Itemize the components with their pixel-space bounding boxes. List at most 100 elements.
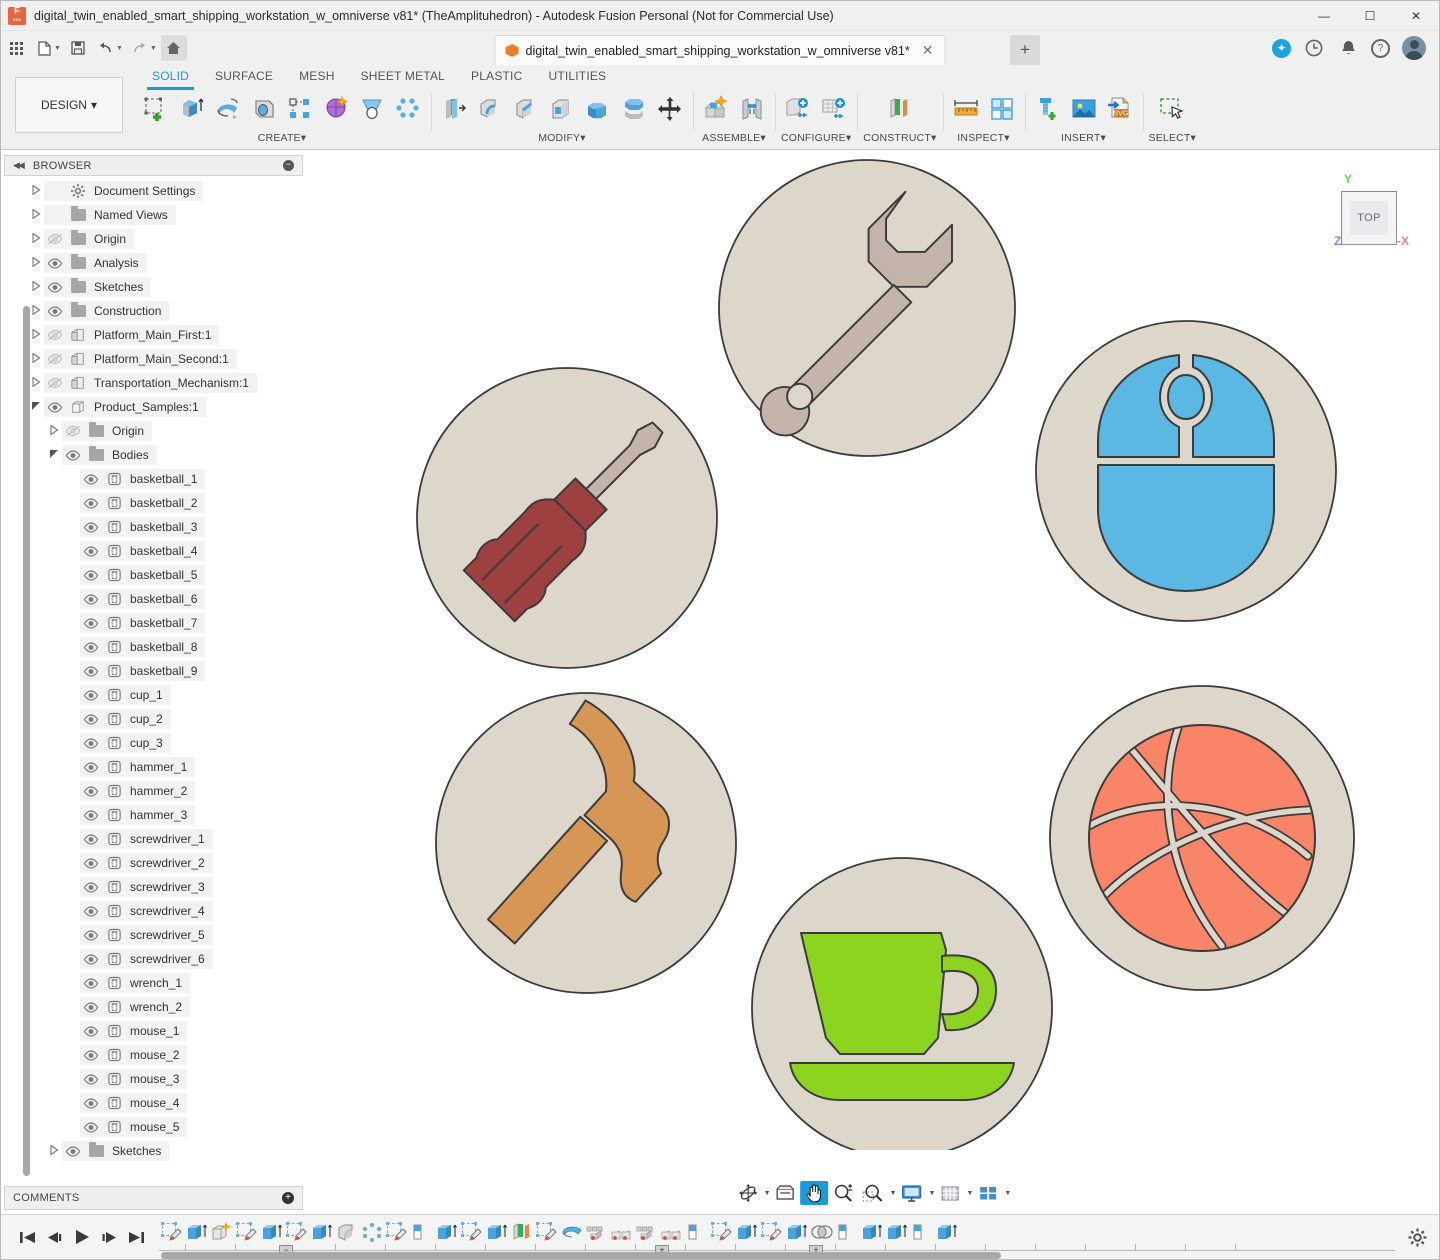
step-forward-button[interactable]: [101, 1230, 118, 1245]
timeline-sketch-feature[interactable]: [284, 1219, 309, 1245]
visibility-eye-icon[interactable]: [80, 834, 102, 845]
tree-expand-arrow-icon[interactable]: [27, 257, 44, 269]
timeline-extrude-feature[interactable]: [859, 1219, 884, 1245]
tree-expand-arrow-icon[interactable]: [27, 185, 44, 197]
tree-item-mouse-5[interactable]: mouse_5: [1, 1115, 306, 1139]
tree-expand-arrow-icon[interactable]: [45, 449, 62, 461]
tree-item-screwdriver-6[interactable]: screwdriver_6: [1, 947, 306, 971]
tree-expand-arrow-icon[interactable]: [45, 425, 62, 437]
tree-item-basketball-6[interactable]: basketball_6: [1, 587, 306, 611]
comments-panel[interactable]: COMMENTS +: [4, 1186, 303, 1210]
timeline-sketch-feature[interactable]: [234, 1219, 259, 1245]
panel-insert-label[interactable]: INSERT▾: [1061, 132, 1106, 144]
timeline-revolve-feature[interactable]: [559, 1219, 584, 1245]
tree-item-product-samples-1[interactable]: Product_Samples:1: [1, 395, 306, 419]
visibility-eye-icon[interactable]: [44, 402, 66, 413]
close-icon[interactable]: ✕: [917, 42, 939, 59]
panel-construct-label[interactable]: CONSTRUCT▾: [863, 132, 936, 144]
panel-modify-label[interactable]: MODIFY▾: [538, 132, 586, 144]
tree-expand-arrow-icon[interactable]: [27, 233, 44, 245]
loft-icon[interactable]: [355, 92, 389, 126]
visibility-eye-icon[interactable]: [80, 1026, 102, 1037]
timeline-sketch-feature[interactable]: [159, 1219, 184, 1245]
tree-item-document-settings[interactable]: Document Settings: [1, 179, 306, 203]
pattern-circular-icon[interactable]: [391, 92, 425, 126]
horizontal-scrollbar-thumb[interactable]: [161, 1252, 1001, 1259]
timeline-sketch-feature[interactable]: [759, 1219, 784, 1245]
tree-expand-arrow-icon[interactable]: [45, 1145, 62, 1157]
grid-snaps-icon[interactable]: [936, 1181, 964, 1205]
tree-item-hammer-3[interactable]: hammer_3: [1, 803, 306, 827]
visibility-eye-icon[interactable]: [44, 282, 66, 293]
step-back-button[interactable]: [46, 1230, 63, 1245]
viewports-icon[interactable]: [974, 1181, 1002, 1205]
combine-icon[interactable]: [581, 92, 615, 126]
tree-item-mouse-2[interactable]: mouse_2: [1, 1043, 306, 1067]
tree-expand-arrow-icon[interactable]: [27, 281, 44, 293]
timeline-rect-pattern-feature[interactable]: [584, 1219, 609, 1245]
visibility-eye-icon[interactable]: [80, 618, 102, 629]
timeline-plane-feature[interactable]: [409, 1219, 434, 1245]
sweep-icon[interactable]: [247, 92, 281, 126]
timeline-extrude-feature[interactable]: [434, 1219, 459, 1245]
timeline-plane-feature[interactable]: [909, 1219, 934, 1245]
tree-expand-arrow-icon[interactable]: [27, 209, 44, 221]
tree-item-cup-2[interactable]: cup_2: [1, 707, 306, 731]
offset-plane-icon[interactable]: [883, 92, 917, 126]
help-icon[interactable]: ?: [1371, 39, 1390, 58]
tree-item-screwdriver-4[interactable]: screwdriver_4: [1, 899, 306, 923]
tree-item-screwdriver-2[interactable]: screwdriver_2: [1, 851, 306, 875]
new-tab-button[interactable]: +: [1010, 35, 1040, 65]
configuration-icon[interactable]: [781, 92, 815, 126]
zoom-icon[interactable]: [830, 1181, 858, 1205]
select-window-icon[interactable]: [1155, 92, 1189, 126]
visibility-eye-icon[interactable]: [80, 714, 102, 725]
timeline-extrude-feature[interactable]: [934, 1219, 959, 1245]
pan-hand-icon[interactable]: [801, 1181, 829, 1205]
tree-item-hammer-2[interactable]: hammer_2: [1, 779, 306, 803]
tree-item-platform-main-second-1[interactable]: Platform_Main_Second:1: [1, 347, 306, 371]
tree-item-mouse-4[interactable]: mouse_4: [1, 1091, 306, 1115]
recent-activity-icon[interactable]: [1303, 37, 1325, 59]
insert-svg-icon[interactable]: SVG: [1103, 92, 1137, 126]
workspace-switcher-button[interactable]: DESIGN ▾: [15, 77, 123, 133]
visibility-eye-icon[interactable]: [80, 1122, 102, 1133]
new-file-caret-icon[interactable]: ▼: [54, 45, 61, 52]
notifications-bell-icon[interactable]: [1337, 37, 1359, 59]
timeline-fillet-feature[interactable]: [334, 1219, 359, 1245]
tree-item-cup-1[interactable]: cup_1: [1, 683, 306, 707]
insert-mcmaster-icon[interactable]: [1031, 92, 1065, 126]
visibility-eye-icon[interactable]: [80, 690, 102, 701]
document-tab[interactable]: digital_twin_enabled_smart_shipping_work…: [495, 35, 946, 65]
tree-item-analysis[interactable]: Analysis: [1, 251, 306, 275]
timeline-extrude-feature[interactable]: [259, 1219, 284, 1245]
model-view[interactable]: [306, 150, 1439, 1150]
minimize-panel-icon[interactable]: −: [283, 160, 294, 171]
visibility-eye-icon[interactable]: [62, 1146, 84, 1157]
tree-item-screwdriver-3[interactable]: screwdriver_3: [1, 875, 306, 899]
timeline-sketch-feature[interactable]: [534, 1219, 559, 1245]
timeline-settings-gear-icon[interactable]: [1395, 1228, 1439, 1247]
visibility-eye-icon[interactable]: [80, 906, 102, 917]
tree-item-construction[interactable]: Construction: [1, 299, 306, 323]
timeline-offset-plane-feature[interactable]: [509, 1219, 534, 1245]
timeline-extrude-feature[interactable]: [309, 1219, 334, 1245]
timeline-extrude-feature[interactable]: [784, 1219, 809, 1245]
tree-item-platform-main-first-1[interactable]: Platform_Main_First:1: [1, 323, 306, 347]
save-icon[interactable]: [65, 35, 91, 61]
tree-item-cup-3[interactable]: cup_3: [1, 731, 306, 755]
redo-caret-icon[interactable]: ▼: [150, 45, 157, 52]
tree-item-transportation-mechanism-1[interactable]: Transportation_Mechanism:1: [1, 371, 306, 395]
visibility-eye-icon[interactable]: [80, 666, 102, 677]
visibility-eye-icon[interactable]: [80, 1098, 102, 1109]
browser-scrollbar-track[interactable]: [12, 198, 19, 1186]
visibility-eye-icon[interactable]: [44, 306, 66, 317]
panel-create-label[interactable]: CREATE▾: [258, 132, 307, 144]
joint-icon[interactable]: [735, 92, 769, 126]
tree-item-basketball-3[interactable]: basketball_3: [1, 515, 306, 539]
timeline-combine-feature[interactable]: [809, 1219, 834, 1245]
panel-inspect-label[interactable]: INSPECT▾: [957, 132, 1009, 144]
design-canvas[interactable]: Y Z -X TOP ▼: [306, 150, 1439, 1214]
tree-item-hammer-1[interactable]: hammer_1: [1, 755, 306, 779]
view-cube-face[interactable]: TOP: [1341, 191, 1397, 245]
